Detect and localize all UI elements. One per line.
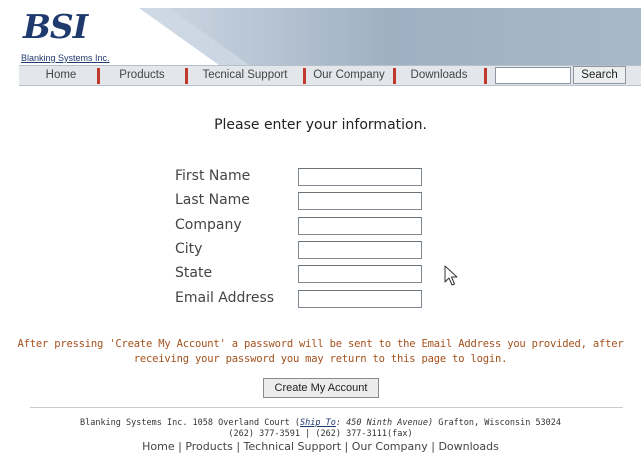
search-input[interactable] (495, 67, 571, 84)
first-name-field[interactable] (298, 168, 422, 186)
footer-link-separator: | (344, 440, 349, 453)
company-field[interactable] (298, 217, 422, 235)
nav-separator (185, 68, 188, 84)
state-field[interactable] (298, 265, 422, 283)
footer-link-separator: | (236, 440, 241, 453)
nav-item-technical-support[interactable]: Tecnical Support (189, 66, 301, 85)
nav-item-products[interactable]: Products (101, 66, 183, 85)
search-button[interactable]: Search (573, 66, 626, 84)
footer-link-products[interactable]: Products (185, 440, 233, 453)
state-label: State (175, 265, 213, 281)
footer-links: Home | Products | Technical Support | Ou… (0, 440, 641, 454)
last-name-field[interactable] (298, 192, 422, 210)
footer-link-home[interactable]: Home (142, 440, 174, 453)
footer-link-our-company[interactable]: Our Company (352, 440, 428, 453)
footer-link-downloads[interactable]: Downloads (438, 440, 498, 453)
mouse-pointer-icon (444, 265, 458, 286)
footer-address: Blanking Systems Inc. 1058 Overland Cour… (0, 418, 641, 428)
footer-phone: (262) 377-3591 | (262) 377-3111(fax) (228, 429, 413, 439)
first-name-label: First Name (175, 168, 251, 184)
nav-separator (393, 68, 396, 84)
logo-subtitle[interactable]: Blanking Systems Inc. (21, 53, 110, 63)
nav-item-our-company[interactable]: Our Company (307, 66, 391, 85)
nav-separator (303, 68, 306, 84)
ship-to-link[interactable]: Ship To (300, 418, 336, 428)
logo[interactable]: BSI (23, 10, 88, 44)
footer-divider (30, 407, 623, 408)
email-field[interactable] (298, 290, 422, 308)
last-name-label: Last Name (175, 192, 250, 208)
password-notice-line-1: After pressing 'Create My Account' a pas… (17, 338, 624, 350)
header-banner (19, 8, 641, 65)
nav-item-home[interactable]: Home (29, 66, 93, 85)
footer-address-suffix: Grafton, Wisconsin 53024 (433, 418, 562, 428)
nav-separator (97, 68, 100, 84)
nav-item-downloads[interactable]: Downloads (397, 66, 481, 85)
ship-to-address: : 450 Ninth Avenue) (335, 418, 434, 428)
email-label: Email Address (175, 290, 275, 306)
page-heading: Please enter your information. (214, 117, 427, 133)
password-notice: After pressing 'Create My Account' a pas… (0, 337, 641, 367)
password-notice-line-2: receiving your password you may return t… (133, 353, 508, 365)
footer-link-technical-support[interactable]: Technical Support (244, 440, 342, 453)
city-label: City (175, 241, 203, 257)
company-label: Company (175, 217, 242, 233)
create-account-button[interactable]: Create My Account (263, 378, 379, 398)
nav-separator (484, 68, 487, 84)
city-field[interactable] (298, 241, 422, 259)
footer-link-separator: | (431, 440, 435, 453)
footer-address-prefix: Blanking Systems Inc. 1058 Overland Cour… (79, 418, 301, 428)
footer-link-separator: | (178, 440, 182, 453)
